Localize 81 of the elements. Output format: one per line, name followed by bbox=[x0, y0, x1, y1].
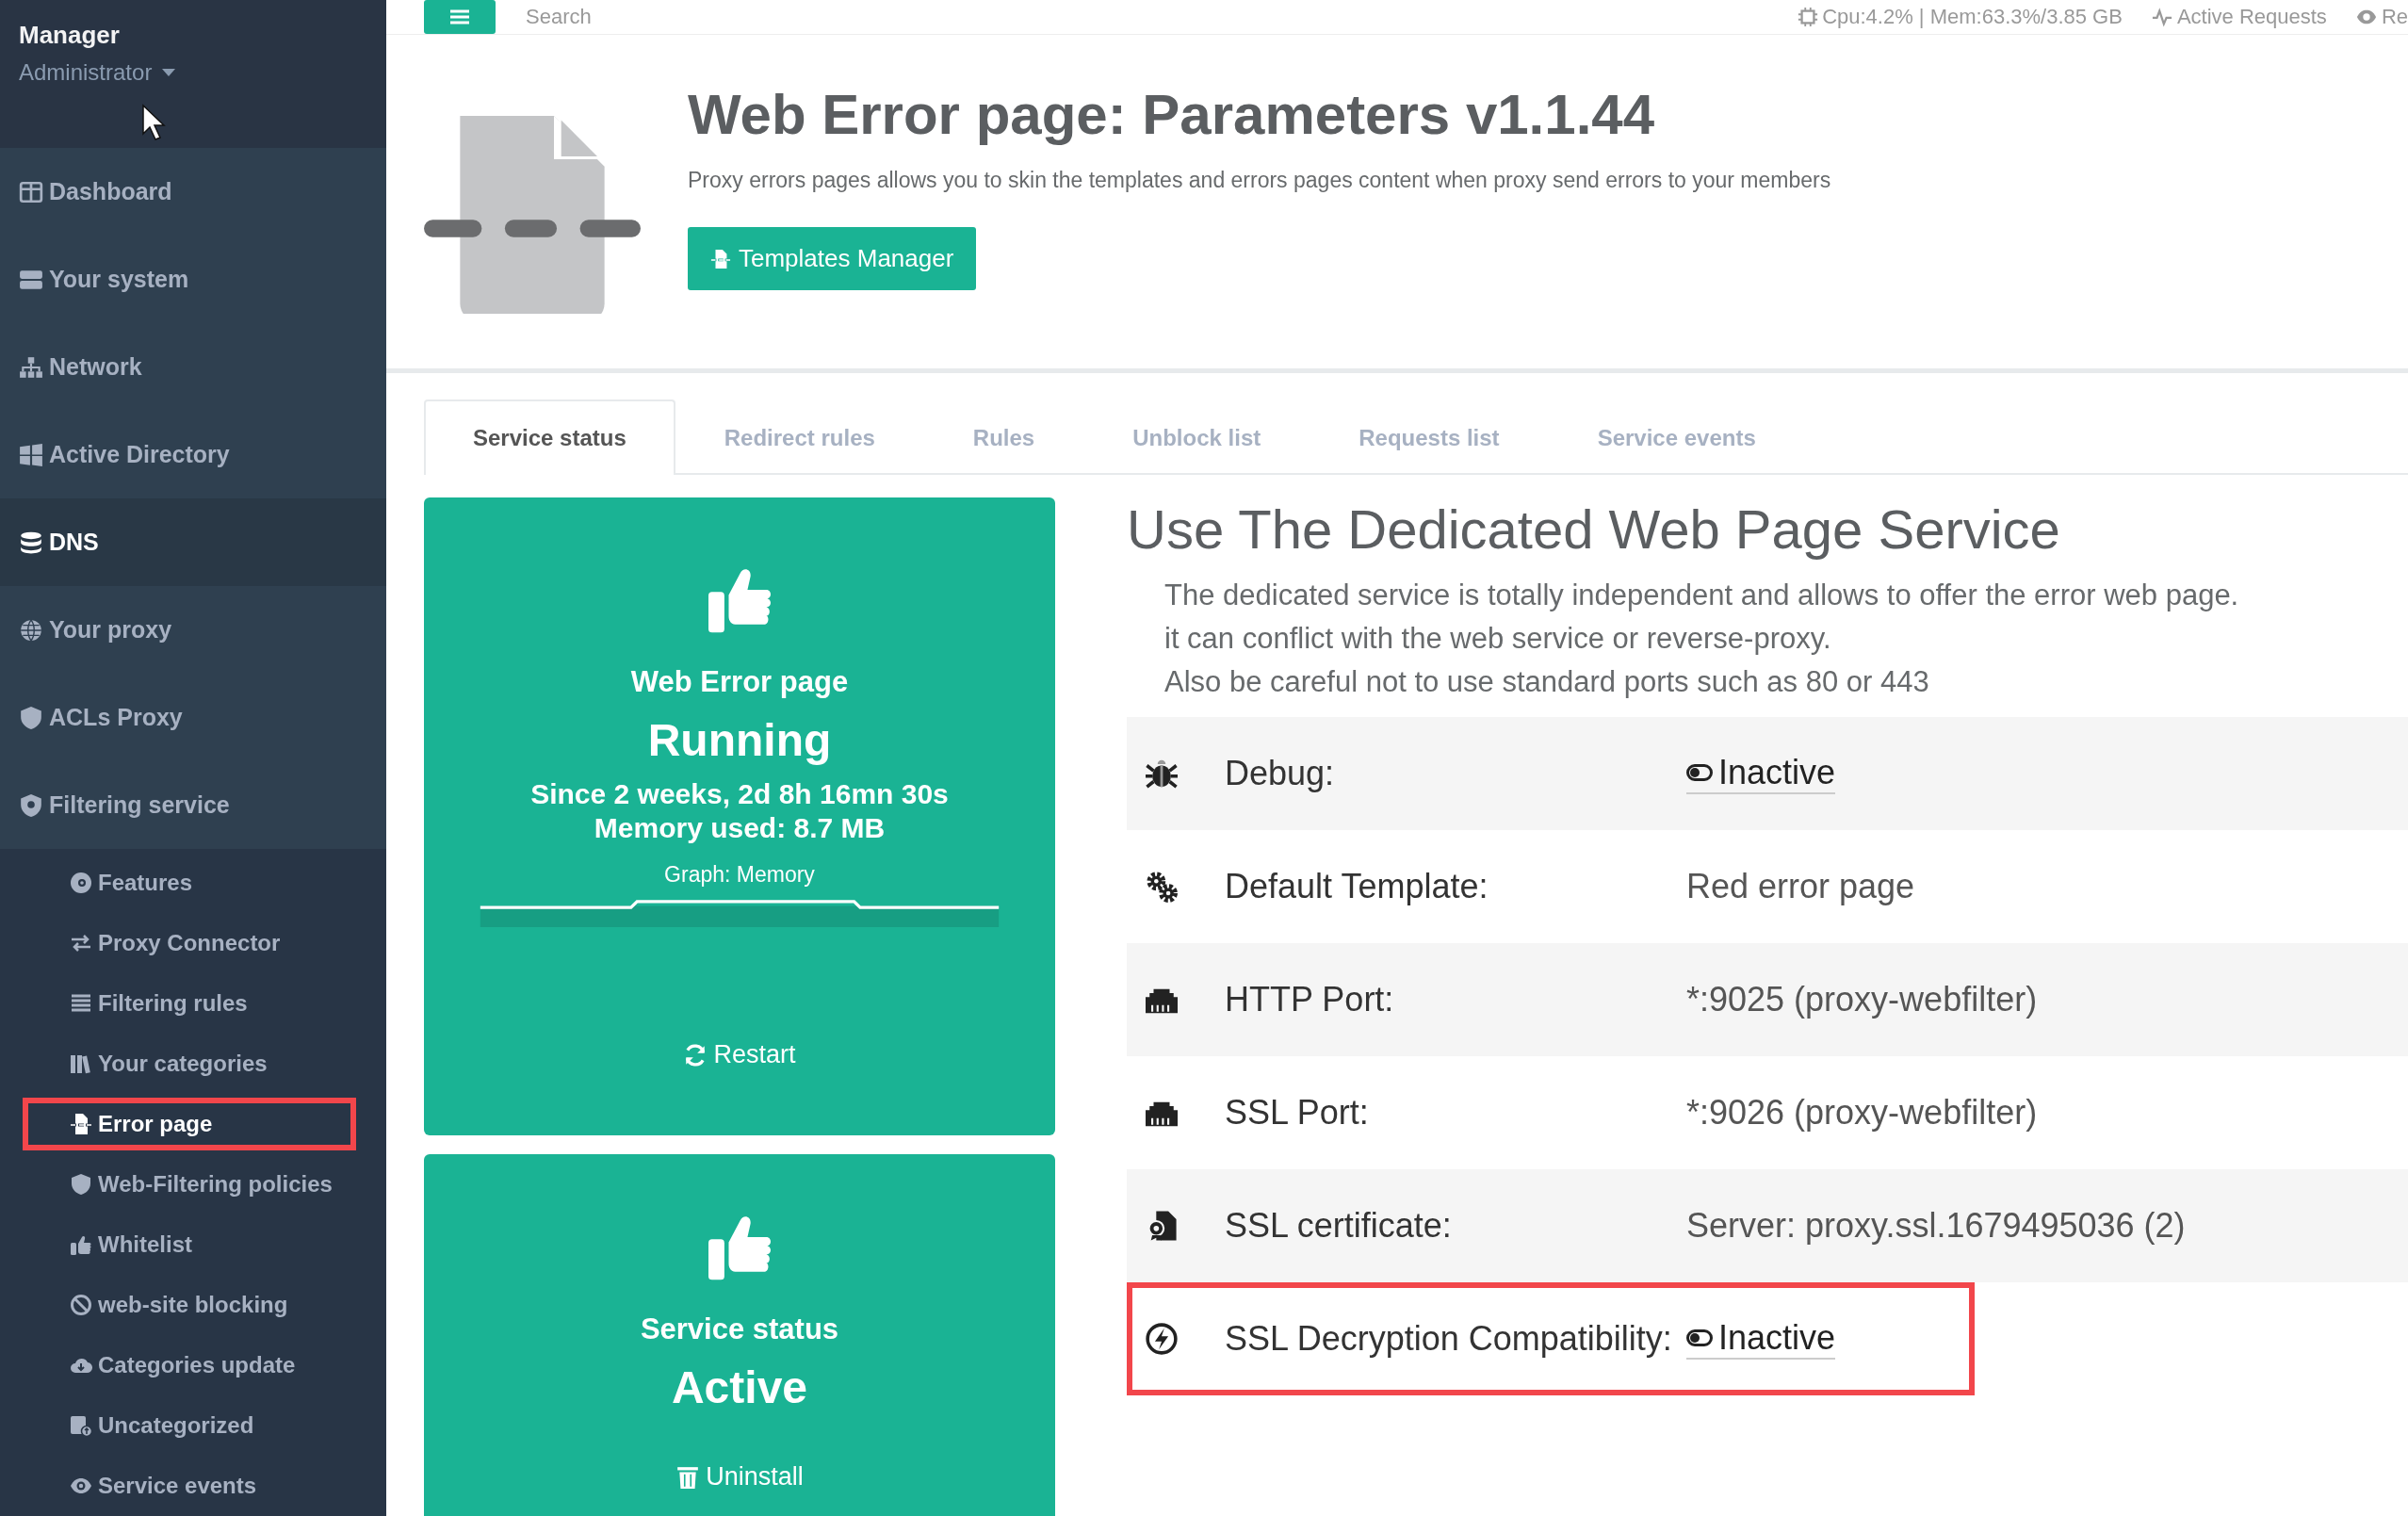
books-icon bbox=[70, 1052, 92, 1075]
parameter-value: *:9025 (proxy-webfilter) bbox=[1686, 980, 2038, 1019]
description-text: The dedicated service is totally independent and allows to offer the error web page. bbox=[1164, 578, 2240, 613]
section-heading: Use The Dedicated Web Page Service bbox=[1127, 497, 2061, 561]
sidebar-item[interactable]: web-site blocking bbox=[19, 1275, 360, 1335]
sidebar-item[interactable]: Network bbox=[0, 323, 386, 411]
columns-icon bbox=[19, 179, 43, 204]
sidebar-item[interactable]: Your system bbox=[0, 236, 386, 323]
page-description: Proxy errors pages allows you to skin the templates and errors pages content when proxy send errors to your members bbox=[688, 168, 1831, 193]
parameter-label: SSL certificate: bbox=[1225, 1206, 1453, 1246]
sitemap-icon bbox=[19, 354, 43, 380]
sidebar-item[interactable]: Service events bbox=[19, 1456, 360, 1516]
sidebar-item[interactable]: Filtering service bbox=[0, 761, 386, 849]
chip-icon bbox=[1798, 7, 1819, 27]
document-icon bbox=[424, 116, 641, 314]
sidebar-item[interactable]: Whitelist bbox=[19, 1214, 360, 1275]
sidebar-item[interactable]: Uncategorized bbox=[19, 1395, 360, 1456]
service-name: Service status bbox=[640, 1312, 839, 1346]
menu-button[interactable] bbox=[424, 0, 496, 34]
disc-icon bbox=[70, 872, 92, 894]
sidebar-item[interactable]: Web-Filtering policies bbox=[19, 1154, 360, 1214]
pulse-icon bbox=[2150, 7, 2173, 27]
parameter-label: SSL Port: bbox=[1225, 1093, 1370, 1133]
sidebar-item[interactable]: Dashboard bbox=[0, 148, 386, 236]
sidebar-item[interactable]: Error page bbox=[19, 1094, 360, 1154]
sidebar-item[interactable]: DNS bbox=[0, 498, 386, 586]
document-icon bbox=[710, 248, 731, 269]
service-detail: Memory used: 8.7 MB bbox=[594, 811, 886, 845]
sidebar-item[interactable]: Categories update bbox=[19, 1335, 360, 1395]
trash-icon bbox=[675, 1464, 701, 1490]
sidebar-item[interactable]: Your proxy bbox=[0, 586, 386, 674]
restart-link[interactable]: Restart bbox=[683, 1040, 796, 1069]
grid-icon bbox=[19, 442, 43, 467]
parameter-value: Red error page bbox=[1686, 867, 1915, 906]
sidebar-item[interactable]: Features bbox=[19, 853, 360, 913]
toggle-link[interactable]: Inactive bbox=[1686, 753, 1836, 794]
sidebar-item[interactable]: Proxy Connector bbox=[19, 913, 360, 973]
drive-upload-icon bbox=[70, 1414, 92, 1437]
document-icon bbox=[70, 1113, 92, 1135]
globe-icon bbox=[19, 617, 43, 643]
gears-icon bbox=[1146, 871, 1178, 903]
toggle-link[interactable]: Inactive bbox=[1686, 1318, 1836, 1360]
database-icon bbox=[19, 530, 43, 555]
cursor-icon bbox=[141, 104, 166, 141]
sidebar-item[interactable]: Filtering rules bbox=[19, 973, 360, 1034]
ban-icon bbox=[70, 1294, 92, 1316]
description-text: Also be careful not to use standard ports such as 80 or 443 bbox=[1164, 664, 1930, 700]
templates-manager-button[interactable]: Templates Manager bbox=[688, 227, 977, 290]
sidebar-item[interactable]: Your categories bbox=[19, 1034, 360, 1094]
topbar-link[interactable]: Re bbox=[2354, 5, 2408, 29]
sidebar-item[interactable]: Active Directory bbox=[0, 411, 386, 498]
uninstall-link[interactable]: Uninstall bbox=[675, 1462, 804, 1492]
shield-icon bbox=[70, 1173, 92, 1196]
sidebar-item[interactable]: ACLs Proxy bbox=[0, 674, 386, 761]
parameter-value: *:9026 (proxy-webfilter) bbox=[1686, 1093, 2038, 1133]
shield-icon bbox=[19, 705, 43, 730]
parameter-value: Server: proxy.ssl.1679495036 (2) bbox=[1686, 1206, 2186, 1246]
shield-icon bbox=[19, 792, 43, 818]
bolt-icon bbox=[1146, 1323, 1178, 1355]
menu-icon bbox=[448, 8, 471, 26]
service-status: Running bbox=[647, 714, 832, 766]
toggle-off-icon bbox=[1686, 1329, 1713, 1346]
role-dropdown[interactable]: Administrator bbox=[19, 59, 177, 86]
service-status: Active bbox=[671, 1361, 808, 1413]
topbar-link[interactable]: Active Requests bbox=[2150, 5, 2327, 29]
caret-icon bbox=[161, 68, 177, 77]
system-stats: Cpu:4.2% | Mem:63.3%/3.85 GB bbox=[1822, 5, 2123, 29]
service-detail: Since 2 weeks, 2d 8h 16mn 30s bbox=[530, 777, 949, 811]
graph-label: Graph: Memory bbox=[664, 862, 815, 888]
service-name: Web Error page bbox=[630, 665, 849, 699]
parameter-label: SSL Decryption Compatibility: bbox=[1225, 1319, 1673, 1359]
bug-icon bbox=[1146, 758, 1178, 790]
toggle-off-icon bbox=[1686, 764, 1713, 781]
description-text: it can conflict with the web service or reverse-proxy. bbox=[1164, 621, 1832, 657]
page-title: Web Error page: Parameters v1.1.44 bbox=[688, 82, 1656, 147]
thumbs-up-icon bbox=[70, 1233, 92, 1256]
parameter-label: Default Template: bbox=[1225, 867, 1489, 906]
parameter-label: HTTP Port: bbox=[1225, 980, 1395, 1019]
tab[interactable]: Service status bbox=[424, 399, 675, 475]
user-name: Manager bbox=[19, 21, 121, 50]
parameter-label: Debug: bbox=[1225, 754, 1336, 793]
